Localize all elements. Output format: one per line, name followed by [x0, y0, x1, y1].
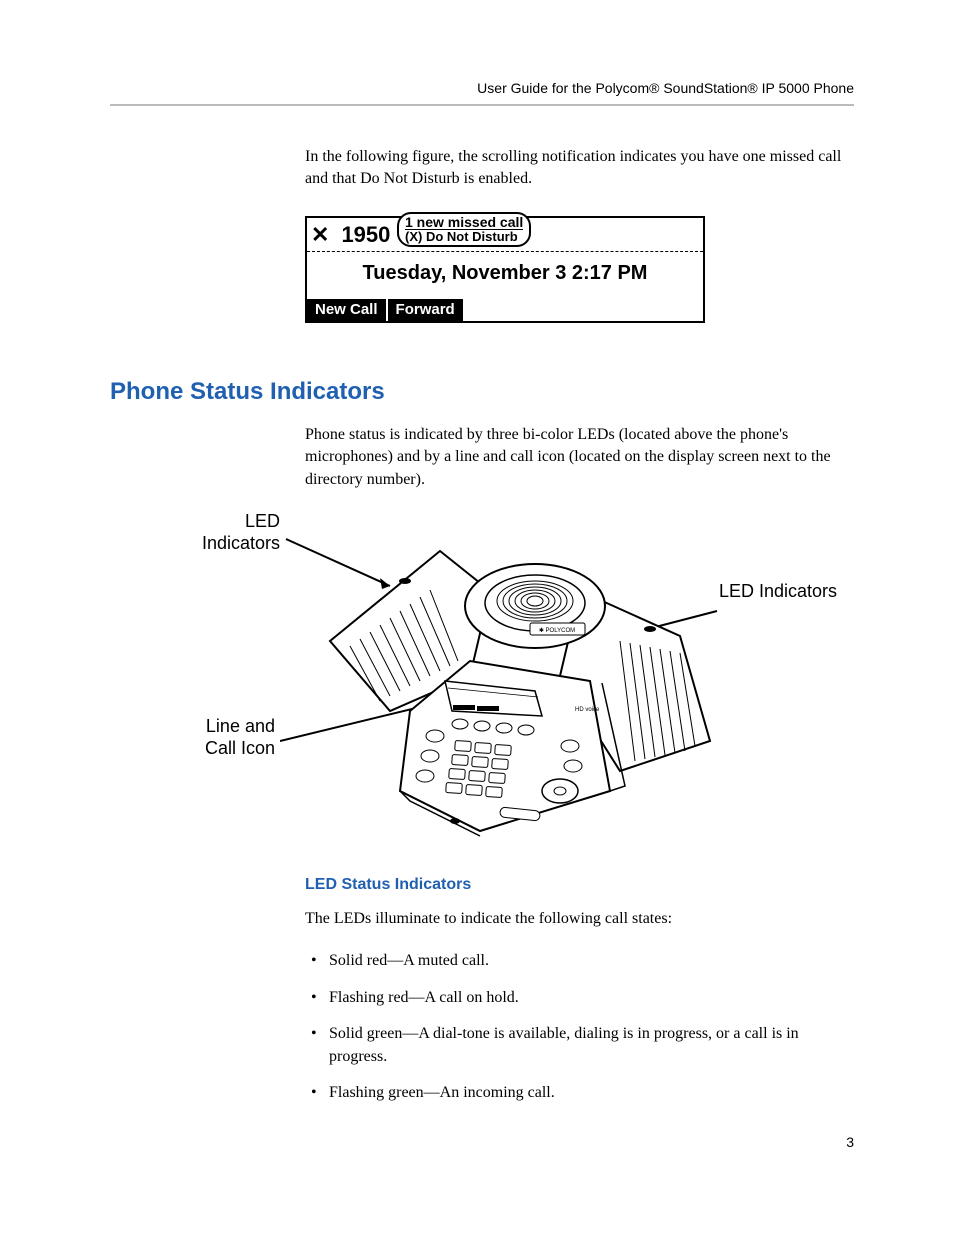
- phone-screen-figure: ✕ 1950 1 new missed call (X) Do Not Dist…: [305, 216, 705, 323]
- sub-heading: LED Status Indicators: [305, 876, 854, 894]
- extension-number: 1950: [341, 222, 390, 248]
- page-number: 3: [846, 1134, 854, 1150]
- screen-status-bar: ✕ 1950 1 new missed call (X) Do Not Dist…: [307, 218, 703, 252]
- callout-led-left: LED Indicators: [200, 511, 280, 554]
- softkey-new-call: New Call: [307, 299, 388, 321]
- list-item: Flashing green—An incoming call.: [305, 1082, 854, 1104]
- led-states-list: Solid red—A muted call. Flashing red—A c…: [305, 950, 854, 1104]
- list-item: Solid green—A dial-tone is available, di…: [305, 1023, 854, 1068]
- dnd-text: (X) Do Not Disturb: [405, 230, 523, 243]
- svg-text:HD voice: HD voice: [575, 707, 600, 713]
- callout-line-icon: Line and Call Icon: [200, 716, 275, 759]
- softkey-forward: Forward: [388, 299, 465, 321]
- missed-call-text: 1 new missed call: [405, 215, 523, 230]
- section-body: Phone status is indicated by three bi-co…: [305, 424, 854, 491]
- phone-diagram: LED Indicators LED Indicators Line and C…: [110, 511, 854, 846]
- dnd-x-icon: ✕: [311, 222, 329, 248]
- softkey-bar: New Call Forward: [307, 299, 703, 321]
- section-heading: Phone Status Indicators: [110, 378, 854, 406]
- led-intro: The LEDs illuminate to indicate the foll…: [305, 908, 854, 930]
- page-header: User Guide for the Polycom® SoundStation…: [110, 80, 854, 106]
- phone-illustration: ✱ POLYCOM: [280, 511, 780, 841]
- screen-datetime: Tuesday, November 3 2:17 PM: [307, 252, 703, 299]
- list-item: Solid red—A muted call.: [305, 950, 854, 972]
- list-item: Flashing red—A call on hold.: [305, 987, 854, 1009]
- intro-paragraph: In the following figure, the scrolling n…: [305, 146, 854, 191]
- svg-text:✱ POLYCOM: ✱ POLYCOM: [539, 627, 575, 634]
- notification-bubble: 1 new missed call (X) Do Not Disturb: [397, 212, 531, 247]
